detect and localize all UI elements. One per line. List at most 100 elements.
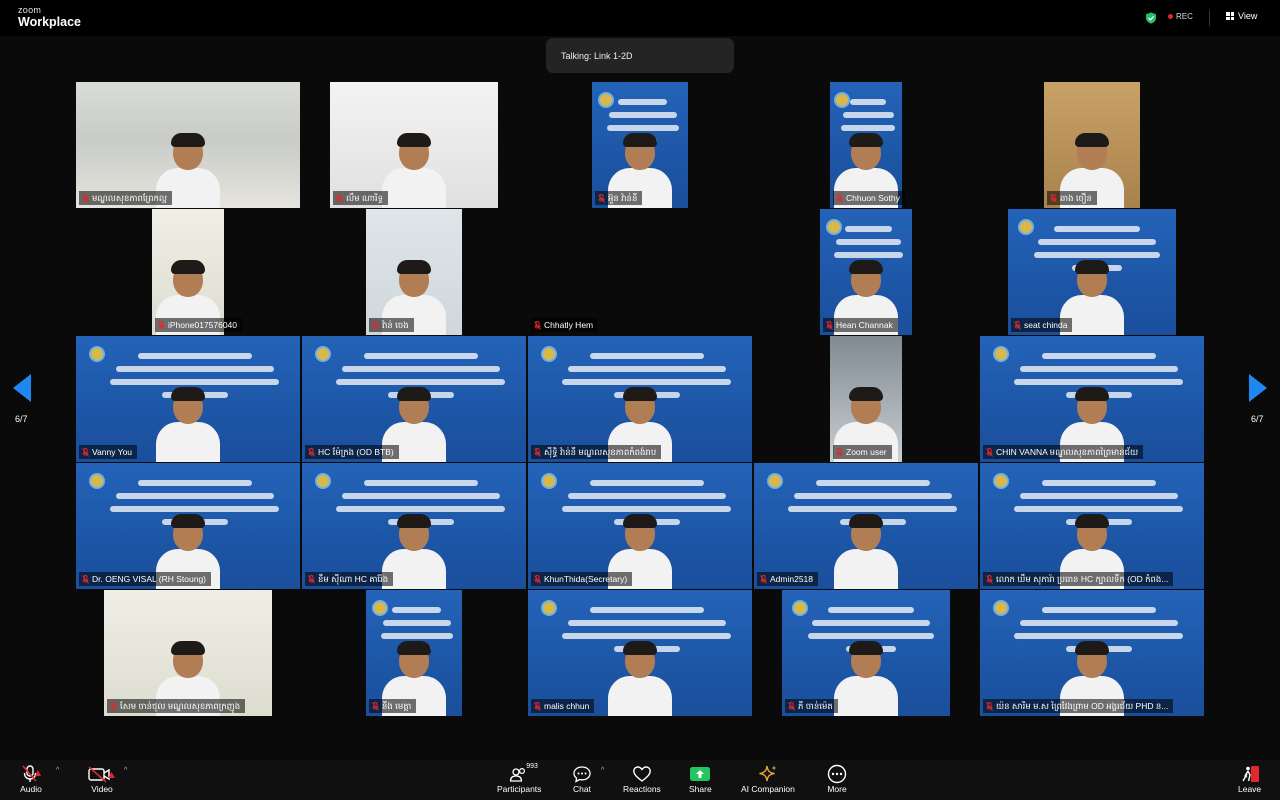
- participant-tile[interactable]: KhunThida(Secretary): [528, 463, 752, 589]
- participant-name: Chhuon Sothy: [846, 193, 900, 203]
- microphone-muted-icon: [760, 574, 767, 584]
- chat-button[interactable]: Chat: [572, 764, 592, 794]
- participant-name-label: CHIN VANNA មណ្ឌលសុខភាពព្រៃមានជ័យ: [983, 445, 1144, 459]
- participant-tile[interactable]: seat chinda: [980, 209, 1204, 335]
- view-button[interactable]: View: [1226, 11, 1257, 21]
- leave-door-icon: [1239, 764, 1261, 784]
- participant-name: KhunThida(Secretary): [544, 574, 628, 584]
- participant-name: លោក ឃឹម សុភារ៉ា ប្រធាន HC ក្បាលទឹក (OD ក…: [996, 574, 1169, 584]
- participant-name-label: លោក ឃឹម សុភារ៉ា ប្រធាន HC ក្បាលទឹក (OD ក…: [983, 572, 1174, 586]
- participant-name-label: ស៊ីទ្ធិ វ៉ាន់នី មណ្ឌលសុខភាពកំពង់រាប: [531, 445, 662, 459]
- participant-name-label: iPhone017576040: [155, 318, 243, 332]
- participant-name-label: ឆាង ចឿន: [1047, 191, 1097, 205]
- participant-tile[interactable]: សែម ចាន់ថុល មណ្ឌលសុខភាពក្រញូង: [76, 590, 300, 716]
- participant-name: នីង មេត្តា: [382, 701, 412, 711]
- participant-tile[interactable]: លឹម ណារិទ្ធ: [302, 82, 526, 208]
- microphone-muted-icon: [372, 701, 379, 711]
- participant-name: Hean Channak: [836, 320, 893, 330]
- participant-tile[interactable]: យ៉ន សារិម ម.ស ព្រៃវែងព្រាម OD អង្គរជ័យ P…: [980, 590, 1204, 716]
- participant-tile[interactable]: HC ម៉ែក្រង (OD BTB): [302, 336, 526, 462]
- participant-tile[interactable]: CHIN VANNA មណ្ឌលសុខភាពព្រៃមានជ័យ: [980, 336, 1204, 462]
- participant-tile[interactable]: Admin2518: [754, 463, 978, 589]
- divider: [1209, 10, 1210, 26]
- more-button[interactable]: More: [826, 764, 848, 794]
- meeting-toolbar: Audio ^ Video ^ 993 Participants Chat ^ …: [0, 760, 1280, 800]
- microphone-muted-icon: [82, 193, 89, 203]
- participant-name: យ៉ន សារិម ម.ស ព្រៃវែងព្រាម OD អង្គរជ័យ P…: [996, 701, 1169, 711]
- participant-tile[interactable]: នីង មេត្តា: [302, 590, 526, 716]
- participant-name-label: HC ម៉ែក្រង (OD BTB): [305, 445, 399, 459]
- participant-name-label: malis chhun: [531, 699, 595, 713]
- participant-name: Zoom user: [846, 447, 887, 457]
- participant-name: ឆាង ចឿន: [1060, 193, 1092, 203]
- participant-name: CHIN VANNA មណ្ឌលសុខភាពព្រៃមានជ័យ: [996, 447, 1139, 457]
- video-options-caret-icon[interactable]: ^: [124, 767, 127, 774]
- more-label: More: [827, 784, 847, 794]
- participants-count: 993: [526, 763, 538, 770]
- participant-tile[interactable]: មណ្ឌលសុខភាពព្រែកល្អ: [76, 82, 300, 208]
- rec-label: REC: [1176, 12, 1193, 21]
- audio-button[interactable]: Audio: [20, 764, 42, 794]
- participant-name-label: Admin2518: [757, 572, 819, 586]
- video-button[interactable]: Video: [88, 764, 116, 794]
- participant-video: [330, 82, 498, 208]
- leave-button[interactable]: Leave: [1238, 764, 1261, 794]
- participant-silhouette: [608, 641, 672, 716]
- participant-tile[interactable]: វ៉ាន់ ចេង: [302, 209, 526, 335]
- participant-video: [104, 590, 272, 716]
- participant-name-label: នីង មេត្តា: [369, 699, 417, 713]
- next-page-arrow-icon[interactable]: [1249, 374, 1267, 402]
- recording-indicator[interactable]: REC: [1168, 12, 1193, 21]
- video-label: Video: [91, 784, 113, 794]
- participant-tile[interactable]: Dr. OENG VISAL (RH Stoung): [76, 463, 300, 589]
- microphone-muted-icon: [534, 701, 541, 711]
- reactions-button[interactable]: Reactions: [623, 764, 661, 794]
- share-button[interactable]: Share: [689, 764, 712, 794]
- participants-button[interactable]: 993 Participants: [497, 763, 542, 794]
- participant-name: Admin2518: [770, 574, 814, 584]
- video-camera-off-icon: [88, 764, 116, 784]
- encryption-shield-icon[interactable]: [1145, 12, 1157, 24]
- microphone-muted-icon: [986, 701, 993, 711]
- participant-video: [152, 209, 224, 335]
- audio-label: Audio: [20, 784, 42, 794]
- participant-tile[interactable]: ភី ចាន់ម៉េត: [754, 590, 978, 716]
- participant-name: Vanny You: [92, 447, 133, 457]
- participants-label: Participants: [497, 784, 542, 794]
- participant-tile[interactable]: Hean Channak: [754, 209, 978, 335]
- participant-name-label: Vanny You: [79, 445, 138, 459]
- participant-name: malis chhun: [544, 701, 590, 711]
- participant-video: [366, 590, 462, 716]
- share-label: Share: [689, 784, 712, 794]
- participant-tile[interactable]: Zoom user: [754, 336, 978, 462]
- microphone-muted-icon: [534, 320, 541, 330]
- participant-video: [528, 590, 752, 716]
- participant-name: ខឹម ស៊ីណា HC គារ៉ែង: [318, 574, 389, 584]
- heart-icon: [632, 764, 652, 784]
- participant-tile[interactable]: Chhatly Hem: [528, 209, 752, 335]
- participant-video: [1008, 209, 1176, 335]
- participant-tile[interactable]: លោក ឃឹម សុភារ៉ា ប្រធាន HC ក្បាលទឹក (OD ក…: [980, 463, 1204, 589]
- participant-tile[interactable]: iPhone017576040: [76, 209, 300, 335]
- participant-video: [528, 336, 752, 462]
- page-indicator-right: 6/7: [1251, 414, 1264, 424]
- participant-tile[interactable]: Chhuon Sothy: [754, 82, 978, 208]
- participant-tile[interactable]: Vanny You: [76, 336, 300, 462]
- page-indicator-left: 6/7: [15, 414, 28, 424]
- participant-tile[interactable]: ខឹម ស៊ីណា HC គារ៉ែង: [302, 463, 526, 589]
- zoom-meeting-window: zoom Workplace REC View Talking: Link 1-…: [0, 0, 1280, 800]
- participant-tile[interactable]: ឆាង ចឿន: [980, 82, 1204, 208]
- more-ellipsis-icon: [826, 764, 848, 784]
- participant-tile[interactable]: malis chhun: [528, 590, 752, 716]
- microphone-muted-icon: [598, 193, 605, 203]
- previous-page-arrow-icon[interactable]: [13, 374, 31, 402]
- participant-name-label: មណ្ឌលសុខភាពព្រែកល្អ: [79, 191, 172, 205]
- participant-tile[interactable]: អ៊ួន វ៉ាន់នី: [528, 82, 752, 208]
- microphone-muted-icon: [788, 701, 795, 711]
- microphone-muted-icon: [836, 447, 843, 457]
- chat-options-caret-icon[interactable]: ^: [601, 767, 604, 774]
- ai-companion-button[interactable]: AI Companion: [741, 764, 795, 794]
- participant-name-label: សែម ចាន់ថុល មណ្ឌលសុខភាពក្រញូង: [107, 699, 246, 713]
- audio-options-caret-icon[interactable]: ^: [56, 767, 59, 774]
- participant-tile[interactable]: ស៊ីទ្ធិ វ៉ាន់នី មណ្ឌលសុខភាពកំពង់រាប: [528, 336, 752, 462]
